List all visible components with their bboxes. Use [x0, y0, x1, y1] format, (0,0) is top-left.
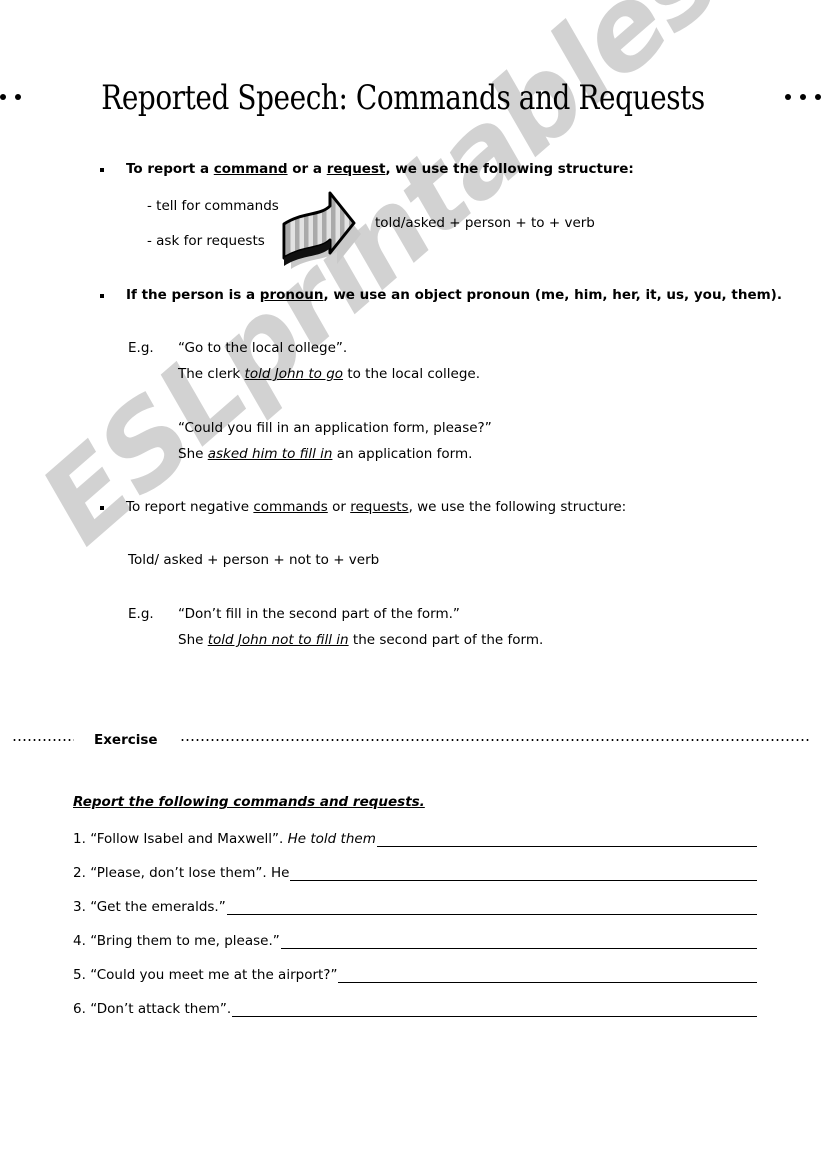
exercise-item-2-quote: “Please, don’t lose them”.	[90, 865, 267, 881]
example-3-answer-pre: She	[178, 632, 208, 648]
exercise-item-1-prompt: 1. “Follow Isabel and Maxwell”. He told …	[73, 831, 376, 847]
exercise-item-1-quote: “Follow Isabel and Maxwell”.	[90, 831, 284, 847]
exercise-item-5-answer-blank[interactable]	[338, 968, 757, 983]
page-title: Reported Speech: Commands and Requests	[101, 78, 705, 118]
exercise-item-5: 5. “Could you meet me at the airport?”	[73, 967, 757, 983]
exercise-divider: Exercise	[0, 730, 821, 750]
exercise-item-2-answer-blank[interactable]	[290, 866, 757, 881]
exercise-item-2-prompt: 2. “Please, don’t lose them”. He	[73, 865, 289, 881]
bullet-3-suffix: , we use the following structure:	[408, 499, 627, 515]
exercise-item-1-answer-blank[interactable]	[376, 832, 757, 847]
exercise-item-2: 2. “Please, don’t lose them”. He	[73, 865, 757, 881]
title-dots-left	[0, 94, 21, 102]
bullet-1-suffix: , we use the following structure:	[385, 161, 634, 177]
exercise-item-4-answer-blank[interactable]	[280, 934, 757, 949]
exercise-item-4-quote: “Bring them to me, please.”	[90, 933, 280, 949]
bullet-3-prefix: To report negative	[126, 499, 254, 515]
exercise-instruction: Report the following commands and reques…	[73, 794, 425, 810]
exercise-item-1: 1. “Follow Isabel and Maxwell”. He told …	[73, 831, 757, 847]
exercise-item-3-number: 3.	[73, 899, 86, 915]
bullet-3-term-commands: commands	[253, 499, 328, 515]
lesson-subitem-ask: - ask for requests	[147, 233, 265, 249]
striped-arrow-right-icon	[268, 190, 364, 272]
eg-label-1: E.g.	[128, 340, 154, 356]
lesson-subitem-tell: - tell for commands	[147, 198, 279, 214]
eg-label-2: E.g.	[128, 606, 154, 622]
exercise-item-6-answer-blank[interactable]	[232, 1002, 757, 1017]
square-bullet-icon-2	[100, 294, 104, 298]
dot-icon	[0, 94, 6, 100]
bullet-3-term-requests: requests	[350, 499, 409, 515]
worksheet-page: ESLprintables.com Reported Speech: Comma…	[0, 0, 821, 1169]
title-dots-right	[785, 94, 821, 102]
exercise-item-4: 4. “Bring them to me, please.”	[73, 933, 757, 949]
exercise-item-6-number: 6.	[73, 1001, 86, 1017]
example-3-answer-emphasis: told John not to fill in	[207, 632, 349, 648]
bullet-1-mid: or a	[287, 161, 327, 177]
lesson-formula-negative: Told/ asked + person + not to + verb	[128, 552, 380, 568]
exercise-item-5-quote: “Could you meet me at the airport?”	[90, 967, 338, 983]
exercise-item-1-number: 1.	[73, 831, 86, 847]
bullet-2-suffix: , we use an object pronoun (me, him, her…	[323, 287, 782, 303]
bullet-2-prefix: If the person is a	[126, 287, 260, 303]
example-2-answer-post: an application form.	[332, 446, 473, 462]
exercise-item-2-leadin: He	[266, 865, 290, 881]
example-1-answer-post: to the local college.	[343, 366, 481, 382]
lesson-bullet-3: To report negative commands or requests,…	[126, 499, 626, 516]
bullet-1-prefix: To report a	[126, 161, 214, 177]
exercise-item-6: 6. “Don’t attack them”.	[73, 1001, 757, 1017]
exercise-item-2-number: 2.	[73, 865, 86, 881]
example-3-answer-post: the second part of the form.	[348, 632, 544, 648]
example-1-answer-emphasis: told John to go	[244, 366, 344, 382]
exercise-item-3-prompt: 3. “Get the emeralds.”	[73, 899, 226, 915]
example-2-quote: “Could you fill in an application form, …	[178, 420, 492, 436]
exercise-item-4-prompt: 4. “Bring them to me, please.”	[73, 933, 280, 949]
example-1-quote: “Go to the local college”.	[178, 340, 348, 356]
example-2-answer-pre: She	[178, 446, 208, 462]
dot-icon	[785, 94, 792, 100]
example-1-answer-pre: The clerk	[178, 366, 245, 382]
exercise-item-6-prompt: 6. “Don’t attack them”.	[73, 1001, 231, 1017]
exercise-item-5-number: 5.	[73, 967, 86, 983]
exercise-item-6-quote: “Don’t attack them”.	[90, 1001, 232, 1017]
dot-icon	[800, 94, 807, 100]
exercise-item-3-quote: “Get the emeralds.”	[90, 899, 226, 915]
exercise-item-3: 3. “Get the emeralds.”	[73, 899, 757, 915]
dot-icon	[815, 94, 821, 100]
divider-dots-left	[12, 739, 74, 741]
example-2-answer: She asked him to fill in an application …	[178, 446, 472, 463]
bullet-1-term-command: command	[213, 161, 288, 177]
exercise-item-4-number: 4.	[73, 933, 86, 949]
example-1-answer: The clerk told John to go to the local c…	[178, 366, 480, 383]
example-3-quote: “Don’t fill in the second part of the fo…	[178, 606, 460, 622]
square-bullet-icon-1	[100, 168, 104, 172]
exercise-item-3-answer-blank[interactable]	[226, 900, 757, 915]
bullet-2-term-pronoun: pronoun	[259, 287, 324, 303]
bullet-1-term-request: request	[326, 161, 386, 177]
lesson-bullet-1: To report a command or a request, we use…	[126, 161, 634, 178]
bullet-3-mid: or	[327, 499, 351, 515]
page-title-row: Reported Speech: Commands and Requests	[0, 72, 821, 124]
example-3-answer: She told John not to fill in the second …	[178, 632, 543, 649]
dot-icon	[14, 94, 21, 100]
exercise-section-label: Exercise	[94, 732, 158, 748]
divider-dots-right	[179, 739, 809, 741]
exercise-item-1-leadin: He told them	[283, 831, 376, 847]
lesson-formula-affirmative: told/asked + person + to + verb	[375, 215, 595, 231]
exercise-item-5-prompt: 5. “Could you meet me at the airport?”	[73, 967, 337, 983]
lesson-bullet-2: If the person is a pronoun, we use an ob…	[126, 287, 782, 304]
square-bullet-icon-3	[100, 506, 104, 510]
example-2-answer-emphasis: asked him to fill in	[207, 446, 333, 462]
